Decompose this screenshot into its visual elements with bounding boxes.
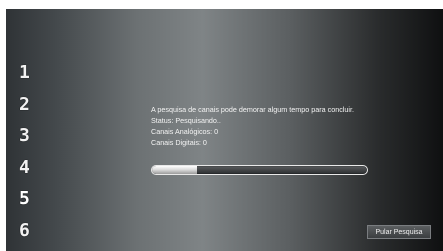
digital-channels-count: Canais Digitais: 0 [151,138,207,147]
step-2: 2 [19,93,30,115]
analog-channels-count: Canais Analógicos: 0 [151,127,219,136]
search-message: A pesquisa de canais pode demorar algum … [151,105,354,114]
skip-search-button[interactable]: Pular Pesquisa [367,225,431,239]
search-info: A pesquisa de canais pode demorar algum … [151,104,431,148]
progress-fill [152,166,198,174]
search-progress-bar [151,165,368,175]
status-text: Status: Pesquisando.. [151,116,221,125]
step-3: 3 [19,125,30,146]
step-6: 6 [19,219,30,241]
channel-search-screen: 1 2 3 4 5 6 A pesquisa de canais pode de… [0,0,443,251]
step-4: 4 [19,156,30,178]
step-5-active: 5 [19,188,30,209]
setup-steps: 1 2 3 4 5 6 [19,62,39,251]
step-1: 1 [19,62,30,83]
